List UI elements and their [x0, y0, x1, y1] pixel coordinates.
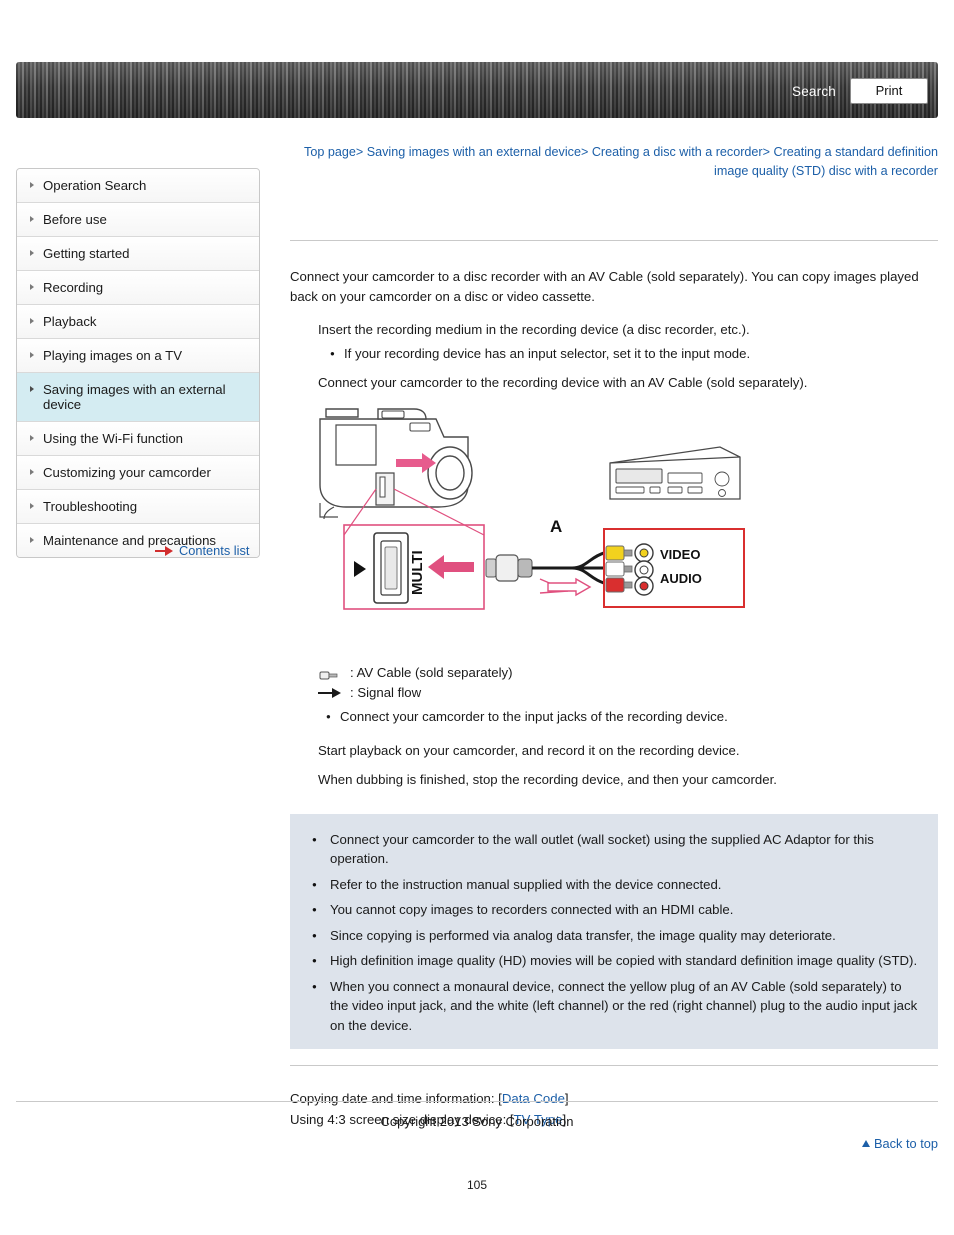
- related-link-row-data-code: Copying date and time information: [Data…: [290, 1088, 938, 1109]
- breadcrumb-sep-2: >: [762, 145, 770, 159]
- sidebar-item-label: Troubleshooting: [43, 499, 138, 514]
- sidebar: Operation Search Before use Getting star…: [16, 168, 260, 558]
- sidebar-item-using-the-wi-fi-function[interactable]: Using the Wi-Fi function: [17, 422, 259, 456]
- data-code-suffix: ]: [564, 1091, 569, 1106]
- sidebar-item-label: Playing images on a TV: [43, 348, 183, 363]
- sidebar-item-label: Recording: [43, 280, 104, 295]
- video-label: VIDEO: [660, 547, 700, 562]
- intro-paragraph: Connect your camcorder to a disc recorde…: [290, 269, 919, 304]
- data-code-prefix: Copying date and time information: [: [290, 1091, 502, 1106]
- sidebar-item-label: Saving images with an external device: [43, 382, 226, 412]
- header-controls: Search Print: [792, 78, 928, 104]
- breadcrumb-item-0[interactable]: Top page: [304, 145, 356, 159]
- multi-label: MULTI: [409, 550, 426, 595]
- back-to-top[interactable]: Back to top: [861, 1136, 938, 1151]
- sidebar-item-label: Operation Search: [43, 178, 147, 193]
- legend-av-cable: : AV Cable (sold separately): [318, 663, 938, 683]
- note-item: Connect your camcorder to the wall outle…: [308, 830, 920, 869]
- step-1: Insert the recording medium in the recor…: [318, 322, 750, 337]
- legend-av-cable-text: : AV Cable (sold separately): [350, 664, 513, 680]
- main-content: Connect your camcorder to a disc recorde…: [290, 240, 938, 1154]
- search-link[interactable]: Search: [792, 84, 836, 99]
- chevron-right-icon: [30, 250, 34, 256]
- sidebar-item-label: Playback: [43, 314, 97, 329]
- arrow-right-icon: [155, 546, 173, 556]
- content-divider-bottom: [290, 1065, 938, 1066]
- step-2: Connect your camcorder to the recording …: [318, 375, 808, 390]
- av-cable-icon: [318, 667, 344, 679]
- note-item: Refer to the instruction manual supplied…: [308, 875, 920, 895]
- breadcrumb-sep-1: >: [580, 145, 589, 159]
- breadcrumb-item-2[interactable]: Creating a disc with a recorder: [592, 145, 763, 159]
- note-item: You cannot copy images to recorders conn…: [308, 900, 920, 920]
- chevron-right-icon: [30, 182, 34, 188]
- legend-note: Connect your camcorder to the input jack…: [318, 707, 938, 727]
- footer-divider: [16, 1101, 938, 1102]
- copyright: Copyright 2013 Sony Corporation: [380, 1114, 574, 1129]
- back-to-top-wrap: Back to top: [290, 1136, 938, 1154]
- back-to-top-link[interactable]: Back to top: [874, 1136, 938, 1151]
- sidebar-item-label: Getting started: [43, 246, 130, 261]
- sidebar-item-recording[interactable]: Recording: [17, 271, 259, 305]
- connection-diagram: MULTI A VIDEO AUDIO: [318, 407, 748, 655]
- triangle-up-icon: [861, 1140, 870, 1147]
- chevron-right-icon: [30, 318, 34, 324]
- chevron-right-icon: [30, 503, 34, 509]
- figure-legend: : AV Cable (sold separately) : Signal fl…: [318, 663, 938, 727]
- breadcrumb: Top page> Saving images with an external…: [290, 143, 938, 181]
- contents-list-link[interactable]: Contents list: [179, 543, 249, 558]
- sidebar-item-troubleshooting[interactable]: Troubleshooting: [17, 490, 259, 524]
- sidebar-item-customizing-your-camcorder[interactable]: Customizing your camcorder: [17, 456, 259, 490]
- sidebar-item-getting-started[interactable]: Getting started: [17, 237, 259, 271]
- breadcrumb-item-1[interactable]: Saving images with an external device: [367, 145, 581, 159]
- legend-signal-flow-text: : Signal flow: [350, 684, 422, 700]
- sidebar-item-before-use[interactable]: Before use: [17, 203, 259, 237]
- chevron-right-icon: [30, 537, 34, 543]
- note-item: High definition image quality (HD) movie…: [308, 951, 920, 971]
- contents-list[interactable]: Contents list: [155, 543, 249, 558]
- chevron-right-icon: [30, 284, 34, 290]
- figure-label-a: A: [550, 517, 562, 536]
- legend-signal-flow: : Signal flow: [318, 683, 938, 703]
- sidebar-item-label: Using the Wi-Fi function: [43, 431, 183, 446]
- notes-box: Connect your camcorder to the wall outle…: [290, 813, 938, 1049]
- sidebar-item-label: Customizing your camcorder: [43, 465, 211, 480]
- chevron-right-icon: [30, 386, 34, 392]
- notes-list: Connect your camcorder to the wall outle…: [308, 830, 920, 1036]
- step-4: When dubbing is finished, stop the recor…: [318, 772, 777, 787]
- page-number: 105: [466, 1178, 488, 1192]
- header-banner: Search Print: [16, 62, 938, 118]
- sidebar-item-saving-images-with-an-external-device[interactable]: Saving images with an external device: [17, 373, 259, 422]
- audio-label: AUDIO: [660, 571, 702, 586]
- sidebar-item-operation-search[interactable]: Operation Search: [17, 169, 259, 203]
- print-button[interactable]: Print: [850, 78, 928, 104]
- connection-diagram-svg: MULTI A VIDEO AUDIO: [319, 407, 745, 610]
- note-item: When you connect a monaural device, conn…: [308, 977, 920, 1036]
- chevron-right-icon: [30, 352, 34, 358]
- remaining-steps: Start playback on your camcorder, and re…: [318, 741, 938, 790]
- sidebar-item-playback[interactable]: Playback: [17, 305, 259, 339]
- chevron-right-icon: [30, 216, 34, 222]
- step-3: Start playback on your camcorder, and re…: [318, 742, 740, 758]
- sidebar-item-playing-images-on-a-tv[interactable]: Playing images on a TV: [17, 339, 259, 373]
- chevron-right-icon: [30, 435, 34, 441]
- chevron-right-icon: [30, 469, 34, 475]
- breadcrumb-sep-0: >: [355, 145, 364, 159]
- arrow-right-icon: [318, 687, 344, 699]
- sidebar-item-label: Before use: [43, 212, 107, 227]
- data-code-link[interactable]: Data Code: [502, 1091, 565, 1106]
- content-divider-top: [290, 240, 938, 241]
- step-1-note: If your recording device has an input se…: [330, 344, 938, 364]
- note-item: Since copying is performed via analog da…: [308, 926, 920, 946]
